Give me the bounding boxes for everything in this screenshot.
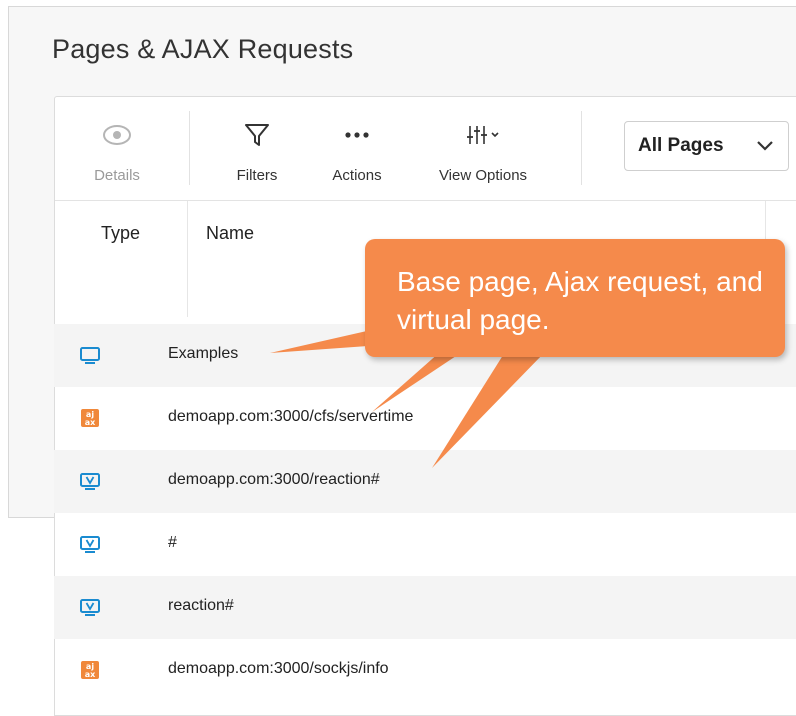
annotation-callout-text: Base page, Ajax request, and virtual pag… bbox=[397, 266, 763, 335]
